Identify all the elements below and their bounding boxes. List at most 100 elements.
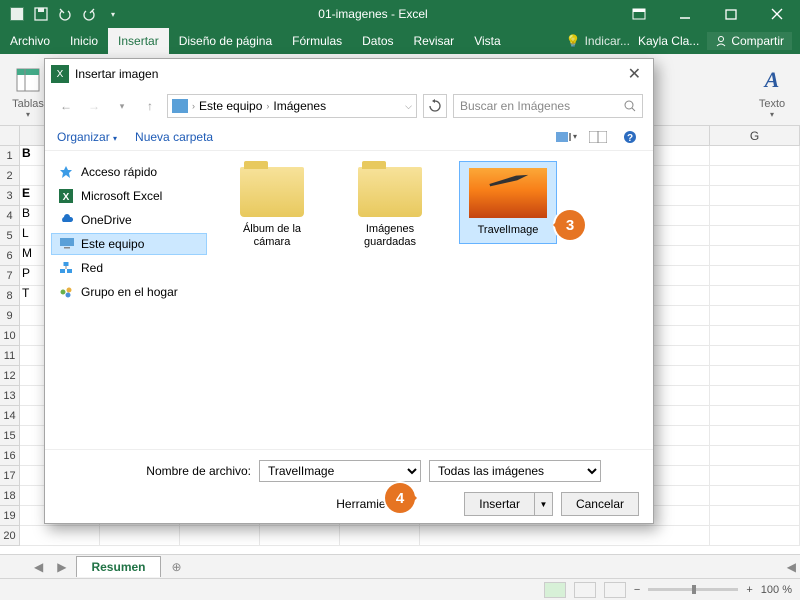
cancel-button[interactable]: Cancelar [561,492,639,516]
sidebar-item[interactable]: Red [51,257,207,279]
row-header[interactable]: 7 [0,266,20,286]
cell[interactable] [710,426,800,446]
new-sheet-button[interactable]: ⊕ [167,557,187,577]
preview-pane-button[interactable] [587,128,609,146]
share-button[interactable]: Compartir [707,32,792,50]
zoom-level[interactable]: 100 % [761,584,792,596]
dialog-close-button[interactable]: ✕ [622,64,647,84]
cell[interactable] [710,166,800,186]
cell[interactable] [710,146,800,166]
row-header[interactable]: 10 [0,326,20,346]
row-header[interactable]: 6 [0,246,20,266]
up-button[interactable]: ↑ [139,95,161,117]
folder-item[interactable]: Álbum de la cámara [223,161,321,255]
cell[interactable] [710,206,800,226]
row-header[interactable]: 9 [0,306,20,326]
new-folder-button[interactable]: Nueva carpeta [135,130,213,144]
chevron-down-icon[interactable]: ⌵ [405,101,412,112]
redo-icon[interactable] [78,3,100,25]
back-button[interactable]: ← [55,95,77,117]
tab-insertar[interactable]: Insertar [108,28,169,54]
row-header[interactable]: 3 [0,186,20,206]
ribbon-display-icon[interactable] [616,0,662,28]
cell[interactable] [710,506,800,526]
text-icon[interactable]: A [756,64,788,96]
zoom-in-button[interactable]: + [746,584,752,596]
column-header[interactable]: G [710,126,800,145]
select-all-corner[interactable] [0,126,20,146]
insert-dropdown-button[interactable]: ▼ [535,492,553,516]
refresh-button[interactable] [423,94,447,118]
folder-item[interactable]: Imágenes guardadas [341,161,439,255]
cell[interactable] [710,306,800,326]
tab-vista[interactable]: Vista [464,28,510,54]
breadcrumb[interactable]: › Este equipo › Imágenes ⌵ [167,94,417,118]
qat-caret-icon[interactable]: ▾ [102,3,124,25]
row-header[interactable]: 5 [0,226,20,246]
insert-button[interactable]: Insertar ▼ [464,492,553,516]
zoom-slider[interactable] [648,588,738,591]
page-break-view-button[interactable] [604,582,626,598]
organize-button[interactable]: Organizar ▾ [57,130,117,144]
cell[interactable] [710,246,800,266]
cell[interactable] [710,226,800,246]
cell[interactable] [710,386,800,406]
cell[interactable] [710,446,800,466]
row-header[interactable]: 2 [0,166,20,186]
cell[interactable] [710,186,800,206]
row-header[interactable]: 11 [0,346,20,366]
image-item[interactable]: TravelImage [459,161,557,244]
user-name[interactable]: Kayla Cla... [638,34,699,48]
tab-formulas[interactable]: Fórmulas [282,28,352,54]
row-header[interactable]: 18 [0,486,20,506]
row-header[interactable]: 1 [0,146,20,166]
row-header[interactable]: 13 [0,386,20,406]
sheet-nav-next-icon[interactable]: ▶ [53,560,70,574]
row-header[interactable]: 16 [0,446,20,466]
close-button[interactable] [754,0,800,28]
normal-view-button[interactable] [544,582,566,598]
tab-revisar[interactable]: Revisar [404,28,465,54]
cell[interactable] [710,366,800,386]
save-icon[interactable] [30,3,52,25]
sheet-scroll-left-icon[interactable]: ◀ [783,560,800,574]
sheet-tab-resumen[interactable]: Resumen [76,556,160,577]
sidebar-item[interactable]: Este equipo [51,233,207,255]
sidebar-item[interactable]: Acceso rápido [51,161,207,183]
row-header[interactable]: 20 [0,526,20,546]
minimize-button[interactable] [662,0,708,28]
tab-archivo[interactable]: Archivo [0,28,60,54]
breadcrumb-segment[interactable]: Este equipo [199,99,262,113]
tab-datos[interactable]: Datos [352,28,403,54]
tell-me[interactable]: 💡 Indicar... [558,34,638,48]
search-input[interactable]: Buscar en Imágenes [453,94,643,118]
pivot-table-icon[interactable] [12,64,44,96]
cell[interactable] [710,286,800,306]
cell[interactable] [710,326,800,346]
tab-inicio[interactable]: Inicio [60,28,108,54]
caret-icon[interactable]: ▾ [111,95,133,117]
cell[interactable] [710,486,800,506]
page-layout-view-button[interactable] [574,582,596,598]
row-header[interactable]: 8 [0,286,20,306]
row-header[interactable]: 15 [0,426,20,446]
cell[interactable] [710,466,800,486]
sidebar-item[interactable]: OneDrive [51,209,207,231]
file-filter-select[interactable]: Todas las imágenes [429,460,601,482]
sidebar-item[interactable]: Grupo en el hogar [51,281,207,303]
zoom-out-button[interactable]: − [634,584,640,596]
file-area[interactable]: Álbum de la cámaraImágenes guardadasTrav… [213,151,653,449]
row-header[interactable]: 17 [0,466,20,486]
cell[interactable] [710,406,800,426]
row-header[interactable]: 4 [0,206,20,226]
row-header[interactable]: 12 [0,366,20,386]
sidebar-item[interactable]: XMicrosoft Excel [51,185,207,207]
help-button[interactable]: ? [619,128,641,146]
sheet-nav-prev-icon[interactable]: ◀ [30,560,47,574]
tab-diseno[interactable]: Diseño de página [169,28,282,54]
cell[interactable] [710,266,800,286]
forward-button[interactable]: → [83,95,105,117]
cell[interactable] [710,346,800,366]
filename-input[interactable]: TravelImage [259,460,421,482]
undo-icon[interactable] [54,3,76,25]
